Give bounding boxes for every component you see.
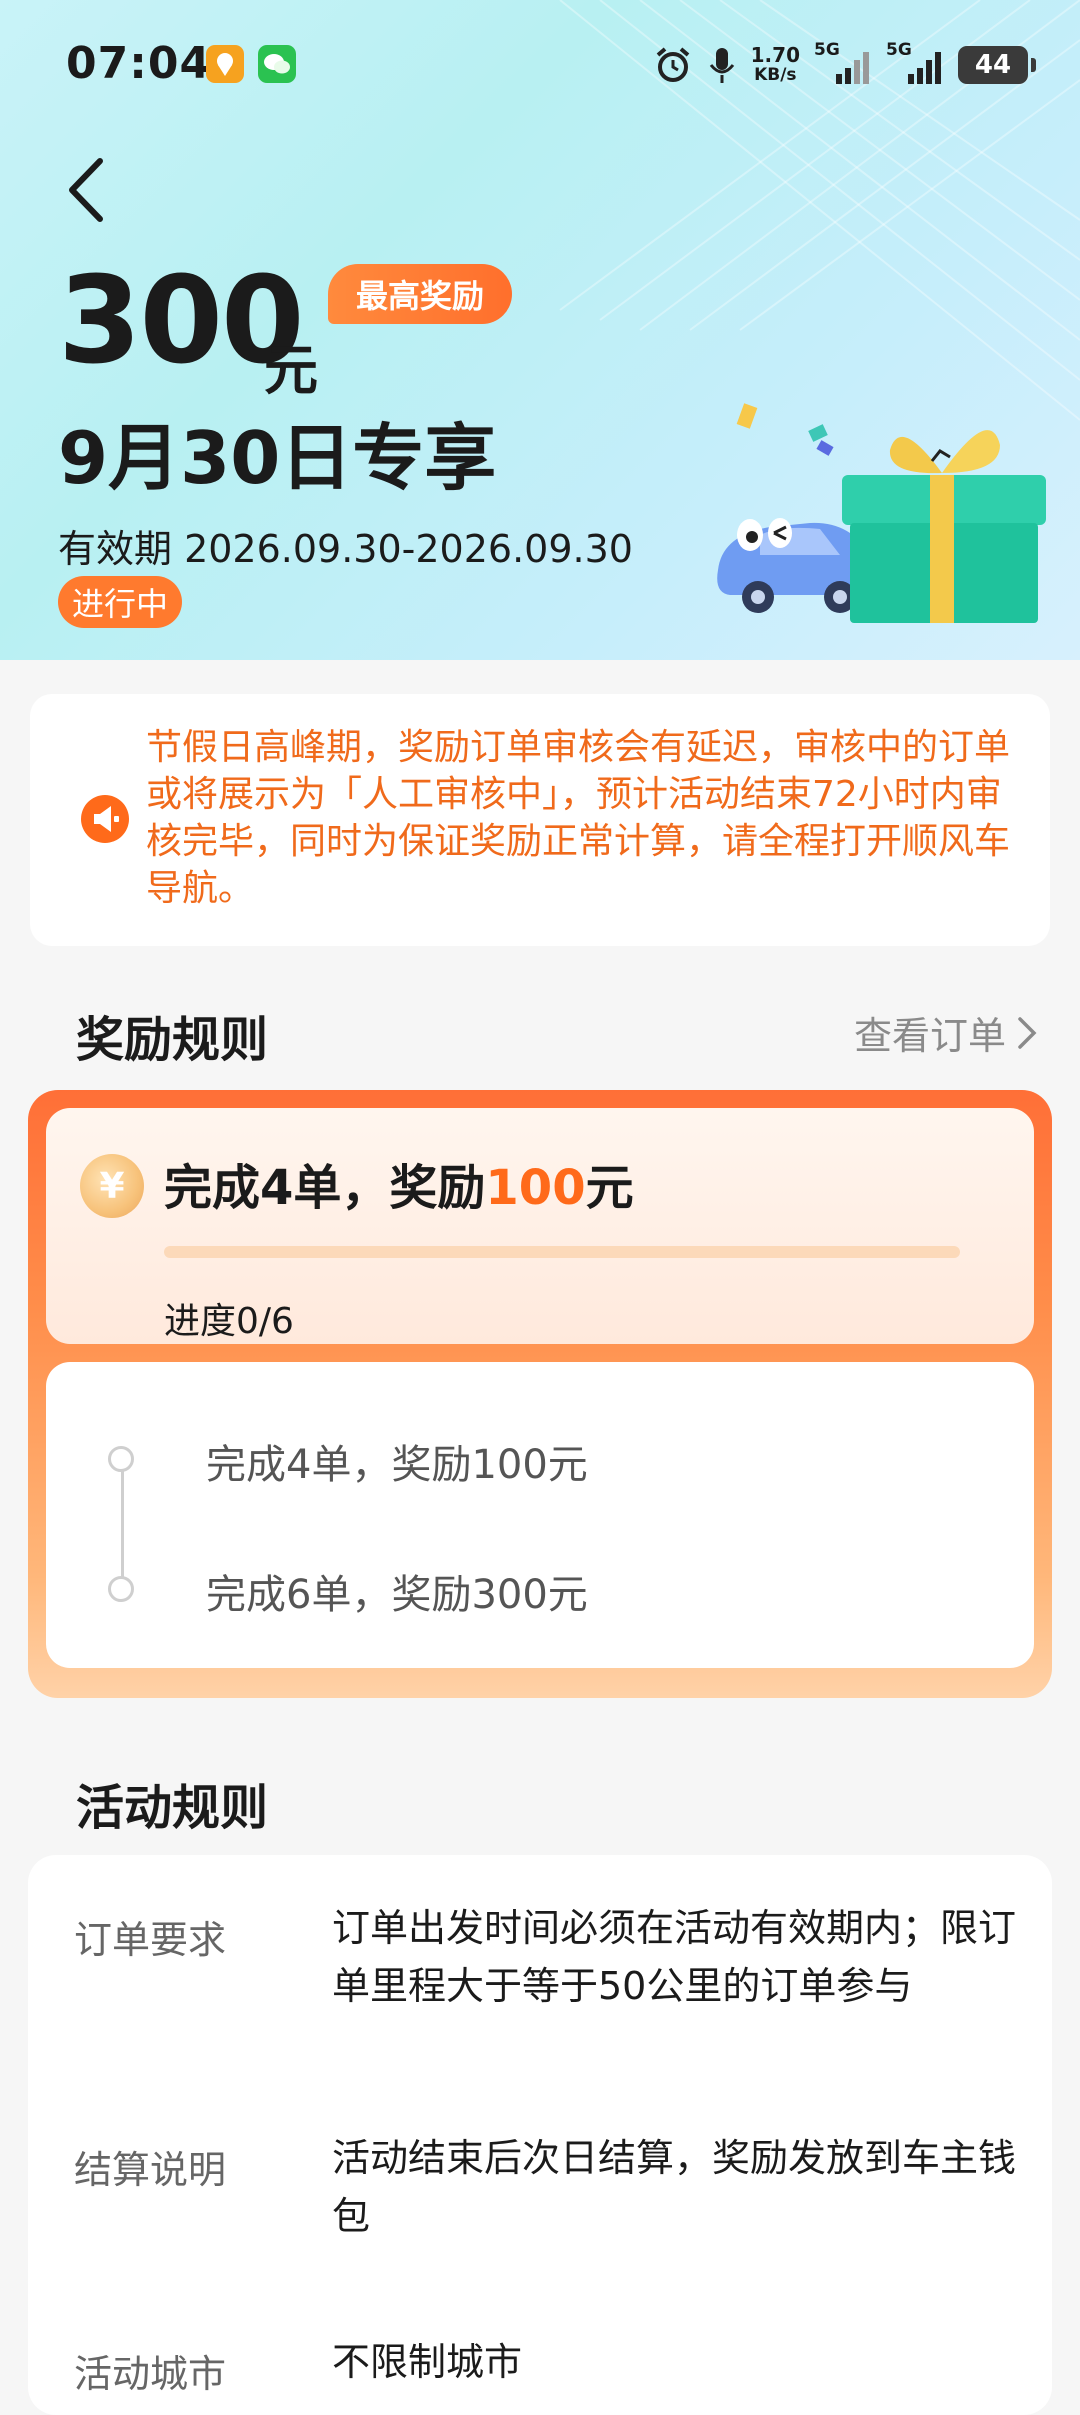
chevron-right-icon bbox=[1018, 1016, 1037, 1049]
notice-card: 节假日高峰期，奖励订单审核会有延迟，审核中的订单或将展示为「人工审核中」，预计活… bbox=[30, 694, 1050, 946]
battery-indicator: 44 bbox=[958, 46, 1036, 84]
status-time: 07:04 bbox=[66, 38, 212, 89]
header-banner: 07:04 1.70 KB/s 5G 5G 44 300 元 最高奖励 9月30… bbox=[0, 0, 1080, 660]
tier-dot bbox=[108, 1576, 134, 1602]
current-reward-headline: 完成4单，奖励100元 bbox=[164, 1160, 634, 1216]
car-gift-illustration bbox=[717, 403, 1046, 623]
reward-rules-title: 奖励规则 bbox=[76, 1012, 269, 1068]
rule-value: 订单出发时间必须在活动有效期内；限订单里程大于等于50公里的订单参与 bbox=[332, 1906, 1017, 2008]
activity-title: 9月30日专享 bbox=[58, 416, 497, 500]
coin-icon: ¥ bbox=[80, 1154, 144, 1218]
notice-text: 节假日高峰期，奖励订单审核会有延迟，审核中的订单或将展示为「人工审核中」，预计活… bbox=[146, 727, 1011, 909]
signal-5g-1: 5G bbox=[814, 40, 872, 86]
current-reward-panel: ¥ 完成4单，奖励100元 进度0/6 bbox=[46, 1108, 1034, 1344]
rule-label: 活动城市 bbox=[74, 2352, 227, 2396]
signal-icon bbox=[836, 52, 869, 84]
view-orders-link[interactable]: 查看订单 bbox=[854, 1005, 1038, 1060]
network-speed: 1.70 KB/s bbox=[750, 43, 800, 85]
rule-value: 活动结束后次日结算，奖励发放到车主钱包 bbox=[332, 2136, 1017, 2238]
location-app-icon bbox=[206, 45, 244, 83]
progress-label: 进度0/6 bbox=[164, 1301, 294, 1342]
wechat-icon bbox=[258, 45, 296, 83]
reward-card: ¥ 完成4单，奖励100元 进度0/6 完成4单，奖励100元 完成6单，奖励3… bbox=[28, 1090, 1052, 1698]
validity-period: 有效期 2026.09.30-2026.09.30 bbox=[58, 527, 633, 571]
activity-rules-title: 活动规则 bbox=[76, 1780, 269, 1836]
view-orders-label: 查看订单 bbox=[853, 1014, 1006, 1058]
tier-item: 完成6单，奖励300元 bbox=[206, 1572, 588, 1618]
reward-amount-unit: 元 bbox=[264, 339, 318, 402]
back-arrow-icon[interactable] bbox=[62, 155, 112, 225]
rule-label: 订单要求 bbox=[74, 1918, 227, 1962]
rule-label: 结算说明 bbox=[74, 2148, 227, 2192]
alarm-icon bbox=[656, 47, 689, 82]
timeline-line bbox=[121, 1457, 124, 1589]
megaphone-icon bbox=[81, 795, 129, 843]
status-bar: 07:04 1.70 KB/s 5G 5G 44 bbox=[0, 0, 1080, 130]
microphone-icon bbox=[709, 48, 734, 83]
rule-value: 不限制城市 bbox=[332, 2340, 523, 2384]
signal-5g-2: 5G bbox=[886, 40, 944, 86]
tier-dot bbox=[108, 1446, 134, 1472]
reward-highlight-amount: 100 bbox=[485, 1160, 586, 1216]
activity-rules-card: 订单要求 订单出发时间必须在活动有效期内；限订单里程大于等于50公里的订单参与 … bbox=[28, 1855, 1052, 2415]
reward-tiers-panel: 完成4单，奖励100元 完成6单，奖励300元 bbox=[46, 1362, 1034, 1668]
tier-item: 完成4单，奖励100元 bbox=[206, 1442, 588, 1488]
max-reward-badge: 最高奖励 bbox=[328, 264, 513, 324]
signal-icon bbox=[908, 52, 941, 84]
progress-bar bbox=[164, 1246, 960, 1258]
status-badge: 进行中 bbox=[58, 576, 183, 628]
